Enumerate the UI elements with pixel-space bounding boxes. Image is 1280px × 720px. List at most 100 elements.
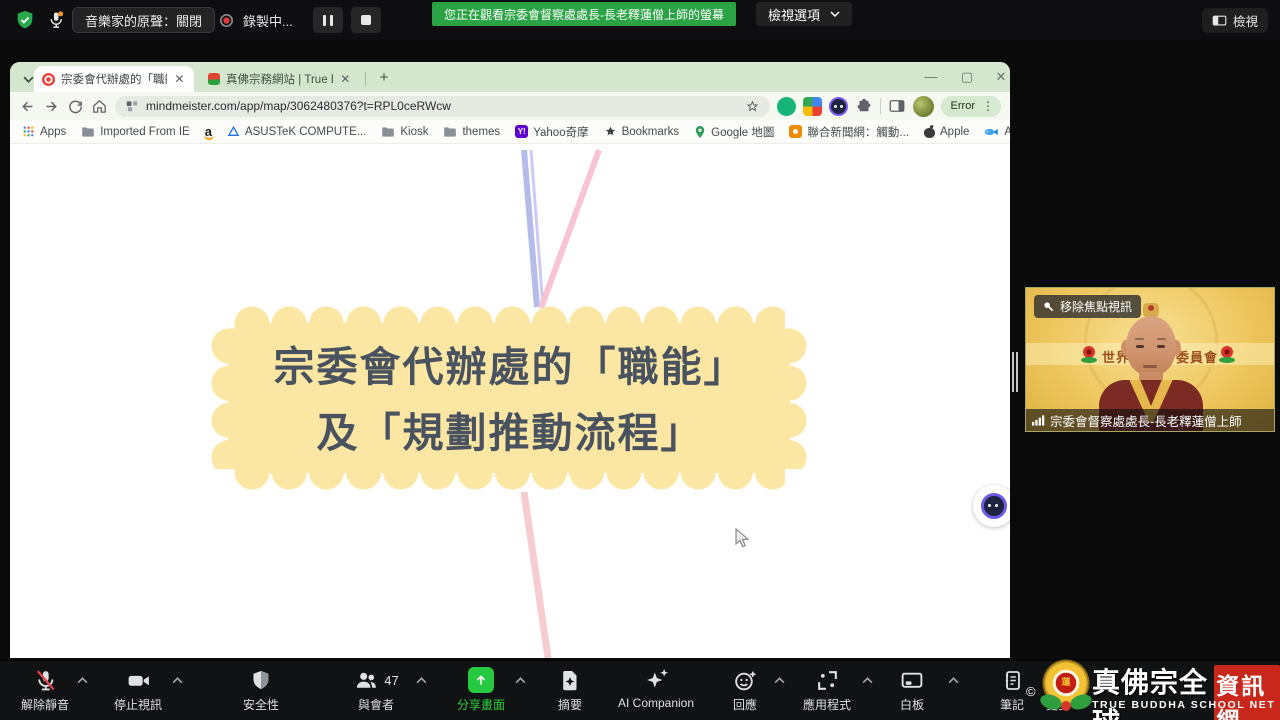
- assistant-floating-button[interactable]: [973, 485, 1010, 527]
- forward-icon[interactable]: [43, 98, 60, 115]
- bookmark-aquarium[interactable]: Aquarium Supplies...: [984, 126, 1010, 138]
- true-buddha-school-net-watermark: © 蓮 真佛宗全球 資訊網 TRUE BUDDHA SCHOOL NET: [1018, 658, 1280, 720]
- original-sound-label: 音樂家的原聲：關閉: [85, 11, 202, 30]
- reactions-options-chevron[interactable]: [774, 677, 785, 684]
- view-button[interactable]: 檢視: [1202, 8, 1268, 33]
- share-screen-button[interactable]: 分享畫面: [457, 666, 505, 713]
- reactions-button[interactable]: 回應: [733, 666, 758, 713]
- grammarly-extension-icon[interactable]: [777, 97, 796, 116]
- ai-companion-icon: [642, 666, 670, 694]
- spotlight-video-tile[interactable]: 世界真 委員會 移除焦點視訊 宗委會督察處處長-長老釋蓮僧: [1025, 287, 1275, 432]
- bookmark-google-maps[interactable]: Google 地圖: [694, 124, 774, 140]
- share-options-chevron[interactable]: [515, 677, 526, 684]
- stop-recording-button[interactable]: [351, 7, 381, 33]
- back-icon[interactable]: [19, 98, 36, 115]
- browser-menu-icon[interactable]: ⋮: [979, 99, 997, 113]
- security-button[interactable]: 安全性: [243, 666, 279, 713]
- ai-companion-button[interactable]: AI Companion: [618, 666, 694, 710]
- bookmark-imported-ie[interactable]: Imported From IE: [81, 126, 189, 138]
- record-icon: [218, 12, 235, 29]
- browser-window: 宗委會代辦處的「職能」及「規 ✕ 真佛宗務網站 | True Buddha Sc…: [10, 62, 1010, 658]
- mindmap-canvas[interactable]: 宗委會代辦處的「職能」 及「規劃推動流程」: [10, 144, 1010, 658]
- browser-menu-error-badge[interactable]: Error ⋮: [941, 96, 1001, 117]
- true-buddha-favicon: [208, 73, 220, 85]
- bookmark-udn[interactable]: 聯合新聞網：觸動...: [789, 124, 909, 140]
- view-options-dropdown[interactable]: 檢視選項: [756, 2, 852, 26]
- share-screen-icon: [468, 667, 494, 693]
- ai-assistant-extension-icon[interactable]: [829, 97, 848, 116]
- tab-true-buddha-site[interactable]: 真佛宗務網站 | True Buddha Sc ✕: [200, 66, 360, 92]
- original-sound-button[interactable]: 音樂家的原聲：關閉: [72, 7, 215, 33]
- mute-options-chevron[interactable]: [77, 677, 88, 684]
- extensions-puzzle-icon[interactable]: [855, 97, 873, 115]
- bookmark-apps[interactable]: Apps: [22, 125, 66, 138]
- camera-icon: [125, 668, 150, 693]
- pause-recording-button[interactable]: [313, 7, 343, 33]
- bookmark-star-icon[interactable]: [745, 99, 760, 114]
- browser-tabstrip: 宗委會代辦處的「職能」及「規 ✕ 真佛宗務網站 | True Buddha Sc…: [10, 62, 1010, 92]
- remove-spotlight-button[interactable]: 移除焦點視訊: [1034, 295, 1141, 318]
- side-panel-icon[interactable]: [888, 97, 906, 115]
- bookmark-yahoo[interactable]: Y! Yahoo奇摩: [515, 124, 588, 140]
- site-info-icon[interactable]: [125, 99, 139, 113]
- yahoo-icon: Y!: [515, 125, 528, 138]
- bookmark-themes[interactable]: themes: [443, 126, 500, 138]
- bookmark-asus[interactable]: ASUSTeK COMPUTE...: [227, 125, 366, 138]
- color-extension-icon[interactable]: [803, 97, 822, 116]
- apple-icon: [924, 126, 935, 138]
- bookmark-apple[interactable]: Apple: [924, 126, 969, 138]
- tab-close-icon[interactable]: ✕: [173, 72, 186, 86]
- zoom-meeting-window: 音樂家的原聲：關閉 錄製中... 您正在觀看宗委會督察處處長-長老釋蓮僧上師的螢…: [0, 0, 1280, 720]
- whiteboard-button[interactable]: 白板: [899, 666, 925, 713]
- reload-icon[interactable]: [67, 98, 84, 115]
- star-icon: [604, 125, 617, 138]
- reactions-smiley-icon: [733, 668, 758, 693]
- tab-close-icon[interactable]: ✕: [339, 72, 352, 86]
- audio-settings-mic-icon[interactable]: [46, 9, 66, 31]
- watermark-subtitle: TRUE BUDDHA SCHOOL NET: [1092, 699, 1275, 711]
- address-bar[interactable]: mindmeister.com/app/map/3062480376?t=RPL…: [115, 96, 770, 117]
- new-tab-button[interactable]: +: [374, 68, 394, 88]
- participants-options-chevron[interactable]: [416, 677, 427, 684]
- home-icon[interactable]: [91, 98, 108, 115]
- mic-muted-icon: [32, 668, 57, 693]
- profile-avatar[interactable]: [913, 96, 934, 117]
- browser-toolbar: mindmeister.com/app/map/3062480376?t=RPL…: [10, 92, 1010, 120]
- apps-button[interactable]: 應用程式: [803, 666, 851, 713]
- minimize-window-button[interactable]: —: [918, 66, 944, 88]
- bookmark-amazon[interactable]: a: [205, 126, 212, 137]
- tab-mindmeister[interactable]: 宗委會代辦處的「職能」及「規 ✕: [34, 66, 194, 92]
- chevron-down-icon: [23, 76, 34, 83]
- bookmarks-bar: Apps Imported From IE a ASUSTeK COMPUTE.…: [10, 120, 1010, 144]
- tab-separator: [365, 72, 366, 86]
- video-options-chevron[interactable]: [172, 677, 183, 684]
- security-verified-shield-icon: [14, 9, 36, 31]
- fish-icon: [984, 126, 999, 138]
- amazon-icon: a: [205, 126, 212, 137]
- toolbar-divider: [880, 98, 881, 114]
- close-window-button[interactable]: ✕: [988, 66, 1010, 88]
- summary-button[interactable]: 摘要: [558, 666, 582, 713]
- participants-icon: [353, 668, 379, 693]
- bookmark-kiosk[interactable]: Kiosk: [381, 126, 428, 138]
- summary-doc-icon: [558, 668, 582, 693]
- maps-pin-icon: [694, 125, 706, 139]
- whiteboard-icon: [899, 668, 925, 693]
- tab-title: 宗委會代辦處的「職能」及「規: [61, 71, 167, 87]
- panel-drag-handle[interactable]: [1011, 352, 1020, 392]
- maximize-window-button[interactable]: ▢: [954, 66, 980, 88]
- pin-icon: [1043, 301, 1054, 312]
- topic-text: 宗委會代辦處的「職能」 及「規劃推動流程」: [190, 334, 830, 466]
- unmute-button[interactable]: 解除靜音: [21, 666, 69, 713]
- bookmark-bookmarks[interactable]: Bookmarks: [604, 125, 680, 138]
- participants-button[interactable]: 47 與會者: [353, 666, 398, 713]
- apps-options-chevron[interactable]: [862, 677, 873, 684]
- whiteboard-options-chevron[interactable]: [948, 677, 959, 684]
- signal-strength-icon: [1032, 414, 1045, 426]
- stop-video-button[interactable]: 停止視訊: [114, 666, 162, 713]
- security-shield-icon: [249, 668, 273, 693]
- recording-label: 錄製中...: [243, 11, 293, 30]
- zoom-apps-icon: [814, 668, 839, 693]
- folder-icon: [381, 126, 395, 138]
- folder-icon: [443, 126, 457, 138]
